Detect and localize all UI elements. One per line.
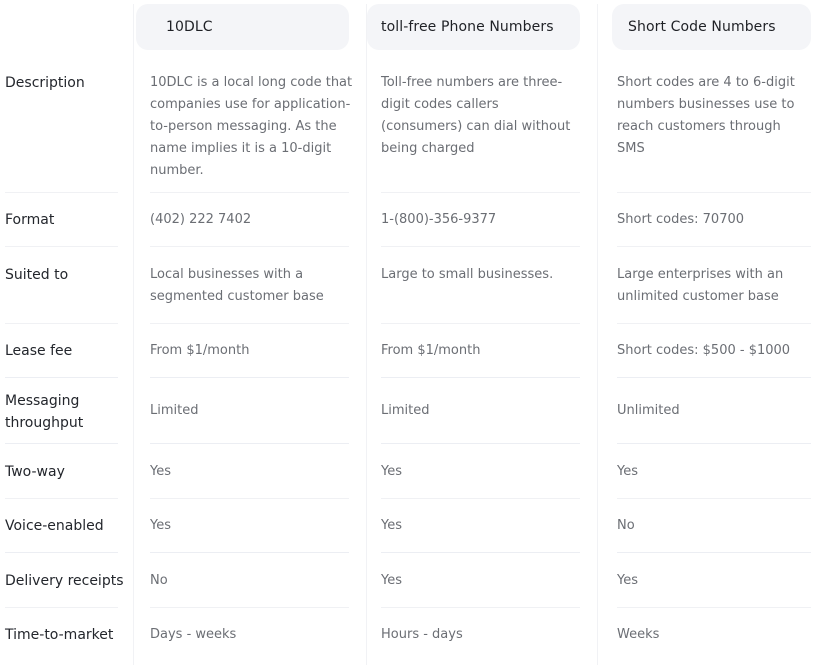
row-label: Format	[5, 212, 55, 228]
row-divider	[381, 552, 580, 553]
table-cell: Yes	[381, 464, 402, 479]
row-divider	[5, 607, 118, 608]
table-cell: Local businesses with a segmented custom…	[150, 267, 324, 304]
table-cell: Yes	[617, 573, 638, 588]
table-cell: 10DLC is a local long code that companie…	[150, 75, 353, 178]
column-header-toll-free: toll-free Phone Numbers	[367, 4, 580, 50]
table-cell: Short codes are 4 to 6-digit numbers bus…	[617, 75, 795, 156]
table-cell: From $1/month	[381, 343, 481, 358]
row-divider	[150, 192, 349, 193]
table-cell: No	[617, 518, 635, 533]
row-label: Two-way	[5, 464, 65, 480]
row-divider	[150, 498, 349, 499]
column-header-label: toll-free Phone Numbers	[381, 19, 554, 35]
row-label: Delivery receipts	[5, 573, 124, 589]
row-label: Lease fee	[5, 343, 73, 359]
table-cell: Limited	[381, 403, 430, 418]
table-cell: From $1/month	[150, 343, 250, 358]
row-divider	[381, 377, 580, 378]
row-divider	[150, 246, 349, 247]
table-cell: Hours - days	[381, 627, 463, 642]
row-divider	[617, 443, 811, 444]
row-divider	[150, 377, 349, 378]
table-cell: Large to small businesses.	[381, 267, 554, 282]
row-divider	[617, 498, 811, 499]
row-divider	[150, 443, 349, 444]
column-header-label: Short Code Numbers	[628, 19, 776, 35]
row-divider	[617, 607, 811, 608]
row-divider	[5, 323, 118, 324]
table-cell: Large enterprises with an unlimited cust…	[617, 267, 784, 304]
table-cell: Short codes: $500 - $1000	[617, 343, 791, 358]
table-cell: 1-(800)-356-9377	[381, 212, 497, 227]
table-cell: Weeks	[617, 627, 660, 642]
row-label: Suited to	[5, 267, 69, 283]
row-label: Time-to-market	[5, 627, 114, 643]
row-divider	[5, 552, 118, 553]
row-divider	[5, 377, 118, 378]
row-label: Messaging throughput	[5, 393, 84, 431]
row-divider	[150, 607, 349, 608]
column-divider	[366, 4, 367, 665]
row-divider	[381, 443, 580, 444]
column-header-10dlc: 10DLC	[136, 4, 349, 50]
row-divider	[381, 323, 580, 324]
table-cell: Yes	[617, 464, 638, 479]
table-cell: No	[150, 573, 168, 588]
table-cell: Unlimited	[617, 403, 680, 418]
row-divider	[381, 498, 580, 499]
table-cell: Yes	[381, 573, 402, 588]
column-header-short-code: Short Code Numbers	[612, 4, 811, 50]
table-cell: Days - weeks	[150, 627, 237, 642]
table-cell: (402) 222 7402	[150, 212, 252, 227]
table-cell: Limited	[150, 403, 199, 418]
row-divider	[5, 192, 118, 193]
table-cell: Yes	[150, 518, 171, 533]
row-divider	[5, 443, 118, 444]
row-label: Voice-enabled	[5, 518, 104, 534]
row-divider	[617, 192, 811, 193]
table-cell: Toll-free numbers are three-digit codes …	[381, 75, 571, 156]
table-cell: Yes	[381, 518, 402, 533]
row-divider	[5, 498, 118, 499]
row-divider	[617, 552, 811, 553]
row-divider	[381, 607, 580, 608]
table-cell: Short codes: 70700	[617, 212, 745, 227]
row-label: Description	[5, 75, 85, 91]
row-divider	[150, 552, 349, 553]
table-cell: Yes	[150, 464, 171, 479]
row-divider	[381, 246, 580, 247]
row-divider	[617, 377, 811, 378]
column-divider	[133, 4, 134, 665]
row-divider	[381, 192, 580, 193]
column-divider	[597, 4, 598, 665]
row-divider	[617, 323, 811, 324]
column-header-label: 10DLC	[166, 19, 213, 35]
row-divider	[150, 323, 349, 324]
row-divider	[5, 246, 118, 247]
row-divider	[617, 246, 811, 247]
